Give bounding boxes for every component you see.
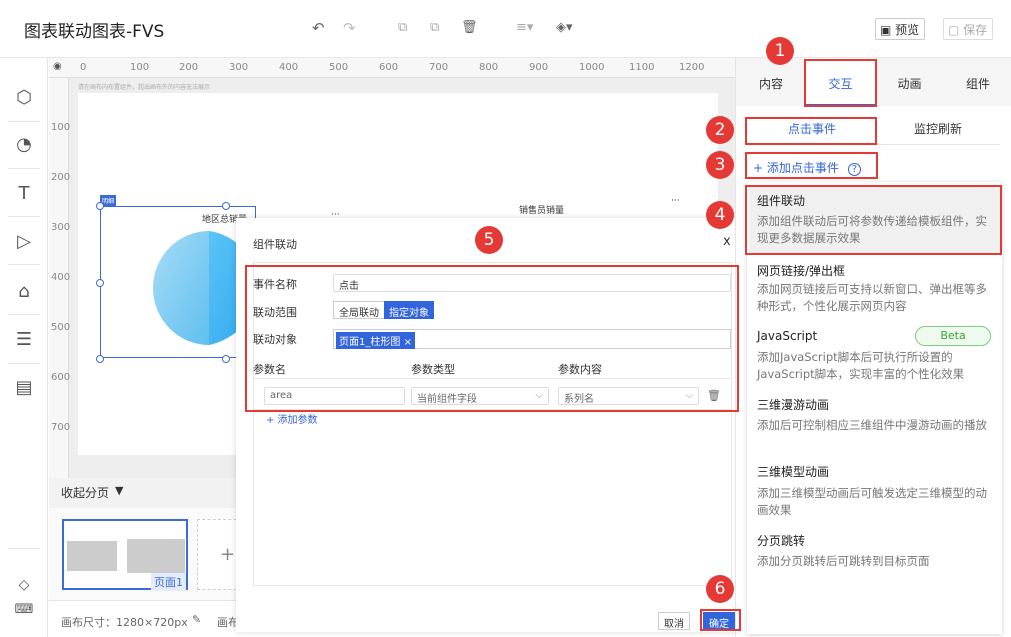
step-badge-2: 2: [706, 116, 734, 144]
chart2-more-icon[interactable]: ···: [671, 196, 680, 206]
step-badge-3: 3: [706, 151, 734, 179]
step-badge-6: 6: [706, 575, 734, 603]
beta-badge: Beta: [915, 326, 991, 346]
canvas-hint: 请在画布内布置组件，超出画布外的内容无法展示: [78, 84, 211, 91]
menu-item-javascript[interactable]: JavaScript: [757, 329, 817, 343]
copy-icon[interactable]: ⧉: [398, 20, 407, 36]
tab-content[interactable]: 内容: [736, 58, 806, 106]
highlight-tab-interaction: [804, 59, 877, 107]
inbox-icon[interactable]: ⌂: [12, 280, 36, 304]
page-thumbnail[interactable]: 页面1: [62, 519, 188, 591]
tab-animation[interactable]: 动画: [875, 58, 944, 106]
redo-icon[interactable]: ↷: [343, 20, 356, 36]
pages-area: 页面1 +: [49, 508, 247, 600]
menu-item-page-jump[interactable]: 分页跳转: [757, 532, 805, 549]
close-icon[interactable]: x: [723, 234, 731, 249]
table-icon[interactable]: ☰: [12, 328, 36, 352]
layers-icon[interactable]: ◇: [12, 573, 36, 597]
highlight-add-event: [745, 152, 878, 179]
subtab-monitor-refresh[interactable]: 监控刷新: [876, 120, 1000, 145]
pie-chart-icon[interactable]: ◔: [12, 133, 36, 157]
video-icon[interactable]: ▷: [12, 230, 36, 254]
keyboard-icon[interactable]: ⌨: [12, 598, 36, 622]
menu-item-weblink[interactable]: 网页链接/弹出框: [757, 262, 845, 279]
preview-button[interactable]: ▣ 预览: [875, 18, 926, 40]
layer-icon[interactable]: ◈▾: [556, 20, 573, 36]
highlight-click-event: [745, 117, 877, 145]
ruler-top: ◉ 0 100 200 300 400 500 600 700 800 900 …: [49, 58, 735, 78]
step-badge-1: 1: [766, 37, 794, 65]
pie-slice-1: [153, 231, 209, 345]
text-icon[interactable]: T: [12, 182, 36, 206]
page1-label: 页面1: [151, 573, 186, 591]
highlight-linkage-item: [745, 185, 1002, 255]
app-title: 图表联动图表-FVS: [24, 22, 165, 42]
dialog-title: 组件联动: [253, 238, 297, 251]
highlight-dialog-form: [245, 265, 739, 412]
canvas-size: 画布尺寸：1280×720px: [61, 616, 188, 629]
save-icon: ▢: [948, 23, 960, 37]
menu-item-3d-model[interactable]: 三维模型动画: [757, 463, 829, 480]
collapse-pages-label[interactable]: 收起分页: [61, 484, 109, 501]
save-button[interactable]: ▢ 保存: [943, 18, 994, 40]
pages-bar: 收起分页 ▼: [49, 478, 239, 508]
pie-chart: [153, 231, 243, 345]
eye-icon[interactable]: ◉: [53, 61, 62, 72]
delete-icon[interactable]: 🗑: [461, 20, 478, 36]
archive-icon[interactable]: ▤: [12, 376, 36, 400]
chart2-title: 销售员销量: [519, 206, 565, 216]
monitor-icon: ▣: [880, 23, 892, 37]
caret-down-icon[interactable]: ▼: [115, 484, 123, 497]
cube-icon[interactable]: ⬡: [12, 86, 36, 110]
step-badge-5: 5: [475, 226, 503, 254]
left-rail: ⬡ ◔ T ▷ ⌂ ☰ ▤ ◇ ⌨: [0, 58, 48, 637]
step-badge-4: 4: [706, 201, 734, 229]
tab-component[interactable]: 组件: [944, 58, 1011, 106]
add-param-link[interactable]: + 添加参数: [266, 411, 318, 426]
cancel-button[interactable]: 取消: [658, 612, 690, 630]
top-bar: 图表联动图表-FVS ↶ ↷ ⧉ ⧉ 🗑 ≡▾ ◈▾ ▣ 预览 ▢ 保存: [0, 0, 1011, 58]
menu-item-3d-roaming[interactable]: 三维漫游动画: [757, 396, 829, 413]
highlight-confirm: [700, 609, 741, 631]
paste-icon[interactable]: ⧉: [430, 20, 439, 36]
ruler-left: 100 200 300 400 500 600 700: [49, 78, 70, 478]
edit-icon[interactable]: ✎: [192, 613, 201, 626]
align-icon[interactable]: ≡▾: [516, 20, 533, 36]
undo-icon[interactable]: ↶: [312, 20, 325, 36]
